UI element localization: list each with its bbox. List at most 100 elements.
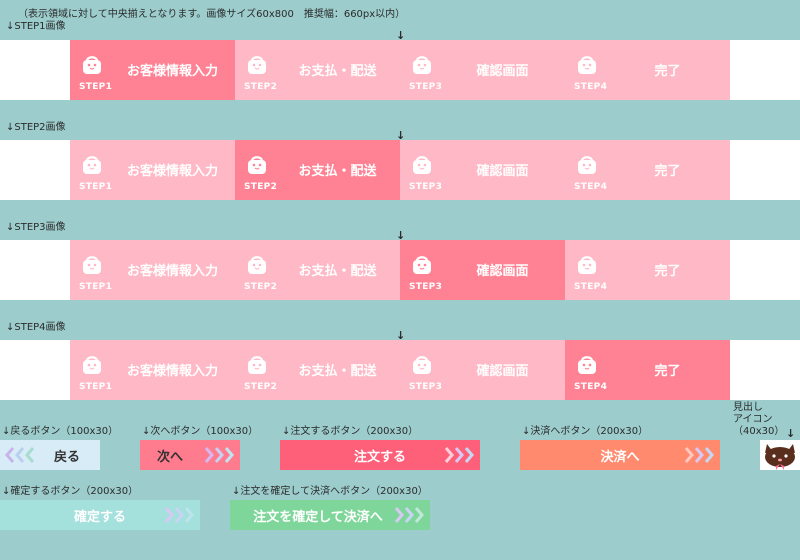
- shopping-bag-icon: [413, 56, 431, 74]
- step-bar-step3: STEP1 お客様情報入力 STEP2 お支払・配送 STEP3 確認画面 STEP4 完了: [0, 240, 800, 300]
- step-item-3: STEP3 確認画面: [400, 40, 565, 100]
- step-item-4: STEP4 完了: [565, 240, 730, 300]
- shopping-bag-icon: [83, 56, 101, 74]
- shopping-bag-icon: [413, 256, 431, 274]
- chevron-right-icon: [204, 447, 234, 463]
- step-item-3: STEP3 確認画面: [400, 240, 565, 300]
- payment-button[interactable]: 決済へ: [520, 440, 720, 470]
- chevron-left-icon: [5, 447, 35, 463]
- step-number: STEP1: [79, 282, 113, 292]
- step-bar-row: STEP1 お客様情報入力 STEP2 お支払・配送 STEP3 確認画面 STEP4 完了: [70, 340, 730, 400]
- shopping-bag-icon: [83, 256, 101, 274]
- shopping-bag-icon: [83, 156, 101, 174]
- step-bar-row: STEP1 お客様情報入力 STEP2 お支払・配送 STEP3 確認画面 STEP4 完了: [70, 240, 730, 300]
- shopping-bag-icon: [578, 56, 596, 74]
- payment-button-label: 決済へ: [600, 449, 640, 465]
- step-number: STEP1: [79, 82, 113, 92]
- next-button-label: 次へ: [156, 449, 183, 465]
- step-bar-step1: STEP1 お客様情報入力 STEP2 お支払・配送 STEP3 確認画面 STEP4 完了: [0, 40, 800, 100]
- heading-icon-caption-2: アイコン: [733, 414, 773, 425]
- heading-icon-caption-1: 見出し: [733, 402, 763, 413]
- section-label-step4: ↓STEP4画像: [6, 322, 66, 333]
- step-label: 確認画面: [476, 364, 529, 379]
- header-note: （表示領域に対して中央揃えとなります。画像サイズ60x800 推奨幅：660px…: [18, 9, 406, 20]
- step-number: STEP2: [244, 282, 278, 292]
- step-number: STEP3: [409, 382, 443, 392]
- shopping-bag-icon: [413, 156, 431, 174]
- step-item-3: STEP3 確認画面: [400, 140, 565, 200]
- step-number: STEP3: [409, 182, 443, 192]
- step-label: お支払・配送: [298, 364, 377, 379]
- confirm-button[interactable]: 確定する: [0, 500, 200, 530]
- shopping-bag-icon: [83, 356, 101, 374]
- step-label: お支払・配送: [298, 64, 377, 79]
- step-item-2: STEP2 お支払・配送: [235, 140, 400, 200]
- step-bar-row: STEP1 お客様情報入力 STEP2 お支払・配送 STEP3 確認画面 STEP4 完了: [70, 140, 730, 200]
- section-label-step2: ↓STEP2画像: [6, 122, 66, 133]
- step-item-1: STEP1 お客様情報入力: [70, 40, 235, 100]
- step-number: STEP2: [244, 382, 278, 392]
- chevron-right-icon: [394, 507, 424, 523]
- step-number: STEP1: [79, 182, 113, 192]
- step-item-2: STEP2 お支払・配送: [235, 40, 400, 100]
- confirm-button-label: 確定する: [73, 509, 126, 525]
- shopping-bag-icon: [578, 156, 596, 174]
- step-item-4: STEP4 完了: [565, 340, 730, 400]
- next-button-caption: ↓次へボタン（100x30）: [142, 426, 259, 437]
- chevron-right-icon: [684, 447, 714, 463]
- step-label: お支払・配送: [298, 164, 377, 179]
- confirm-button-caption: ↓確定するボタン（200x30）: [2, 486, 139, 497]
- step-item-1: STEP1 お客様情報入力: [70, 340, 235, 400]
- step-bar-row: STEP1 お客様情報入力 STEP2 お支払・配送 STEP3 確認画面 STEP4 完了: [70, 40, 730, 100]
- step-label: 完了: [654, 364, 681, 379]
- step-label: お客様情報入力: [126, 364, 218, 379]
- section-label-step3: ↓STEP3画像: [6, 222, 66, 233]
- step-label: 確認画面: [476, 64, 529, 79]
- heading-icon-caption-3: （40x30）: [733, 426, 785, 437]
- step-label: 確認画面: [476, 264, 529, 279]
- next-button[interactable]: 次へ: [140, 440, 240, 470]
- step-label: 完了: [654, 264, 681, 279]
- chevron-right-icon: [444, 447, 474, 463]
- step-item-2: STEP2 お支払・配送: [235, 240, 400, 300]
- heading-icon-box: [760, 440, 800, 470]
- step-label: 確認画面: [476, 164, 529, 179]
- step-number: STEP4: [574, 382, 608, 392]
- shopping-bag-icon: [248, 56, 266, 74]
- confirm-pay-button-label: 注文を確定して決済へ: [253, 509, 383, 525]
- step-item-4: STEP4 完了: [565, 40, 730, 100]
- confirm-pay-button[interactable]: 注文を確定して決済へ: [230, 500, 430, 530]
- step-item-2: STEP2 お支払・配送: [235, 340, 400, 400]
- shopping-bag-icon: [578, 356, 596, 374]
- step-number: STEP3: [409, 282, 443, 292]
- step-number: STEP2: [244, 182, 278, 192]
- step-label: お支払・配送: [298, 264, 377, 279]
- step-label: お客様情報入力: [126, 164, 218, 179]
- shopping-bag-icon: [248, 156, 266, 174]
- step-item-1: STEP1 お客様情報入力: [70, 140, 235, 200]
- step-bar-step2: STEP1 お客様情報入力 STEP2 お支払・配送 STEP3 確認画面 STEP4 完了: [0, 140, 800, 200]
- step-label: お客様情報入力: [126, 264, 218, 279]
- step-number: STEP3: [409, 82, 443, 92]
- shopping-bag-icon: [248, 356, 266, 374]
- confirm-pay-button-caption: ↓注文を確定して決済へボタン（200x30）: [232, 486, 428, 497]
- chevron-right-icon: [164, 507, 194, 523]
- step-item-4: STEP4 完了: [565, 140, 730, 200]
- step-bar-step4: STEP1 お客様情報入力 STEP2 お支払・配送 STEP3 確認画面 STEP4 完了: [0, 340, 800, 400]
- back-button[interactable]: 戻る: [0, 440, 100, 470]
- payment-button-caption: ↓決済へボタン（200x30）: [522, 426, 649, 437]
- step-label: 完了: [654, 64, 681, 79]
- order-button-caption: ↓注文するボタン（200x30）: [282, 426, 419, 437]
- shopping-bag-icon: [248, 256, 266, 274]
- step-item-3: STEP3 確認画面: [400, 340, 565, 400]
- step-number: STEP2: [244, 82, 278, 92]
- step-label: お客様情報入力: [126, 64, 218, 79]
- step-item-1: STEP1 お客様情報入力: [70, 240, 235, 300]
- shopping-bag-icon: [413, 356, 431, 374]
- cat-face-icon: [765, 444, 795, 470]
- step-number: STEP1: [79, 382, 113, 392]
- order-button[interactable]: 注文する: [280, 440, 480, 470]
- back-button-label: 戻る: [53, 449, 80, 465]
- step-number: STEP4: [574, 282, 608, 292]
- back-button-caption: ↓戻るボタン（100x30）: [2, 426, 119, 437]
